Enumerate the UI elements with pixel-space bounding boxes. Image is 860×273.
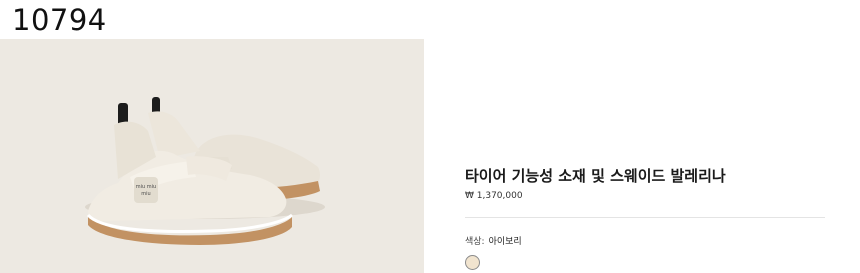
- product-page: 10794 miu miu miu 타이어 기능성 소재 및 스웨이드 발레리나…: [0, 0, 860, 273]
- svg-text:miu: miu: [141, 191, 150, 197]
- page-id-label: 10794: [12, 3, 107, 37]
- color-label: 색상:: [465, 237, 485, 247]
- shoe-logo: miu miu: [136, 184, 156, 190]
- shoe-illustration: miu miu miu: [0, 39, 424, 273]
- product-title: 타이어 기능성 소재 및 스웨이드 발레리나: [465, 167, 726, 185]
- color-swatch-ivory[interactable]: [465, 255, 480, 270]
- product-image[interactable]: miu miu miu: [0, 39, 424, 273]
- product-info-panel: 타이어 기능성 소재 및 스웨이드 발레리나 ₩ 1,370,000 색상: 아이…: [465, 0, 825, 273]
- color-row: 색상: 아이보리: [465, 234, 522, 247]
- divider: [465, 217, 825, 218]
- product-price: ₩ 1,370,000: [465, 191, 523, 201]
- color-value: 아이보리: [488, 237, 522, 247]
